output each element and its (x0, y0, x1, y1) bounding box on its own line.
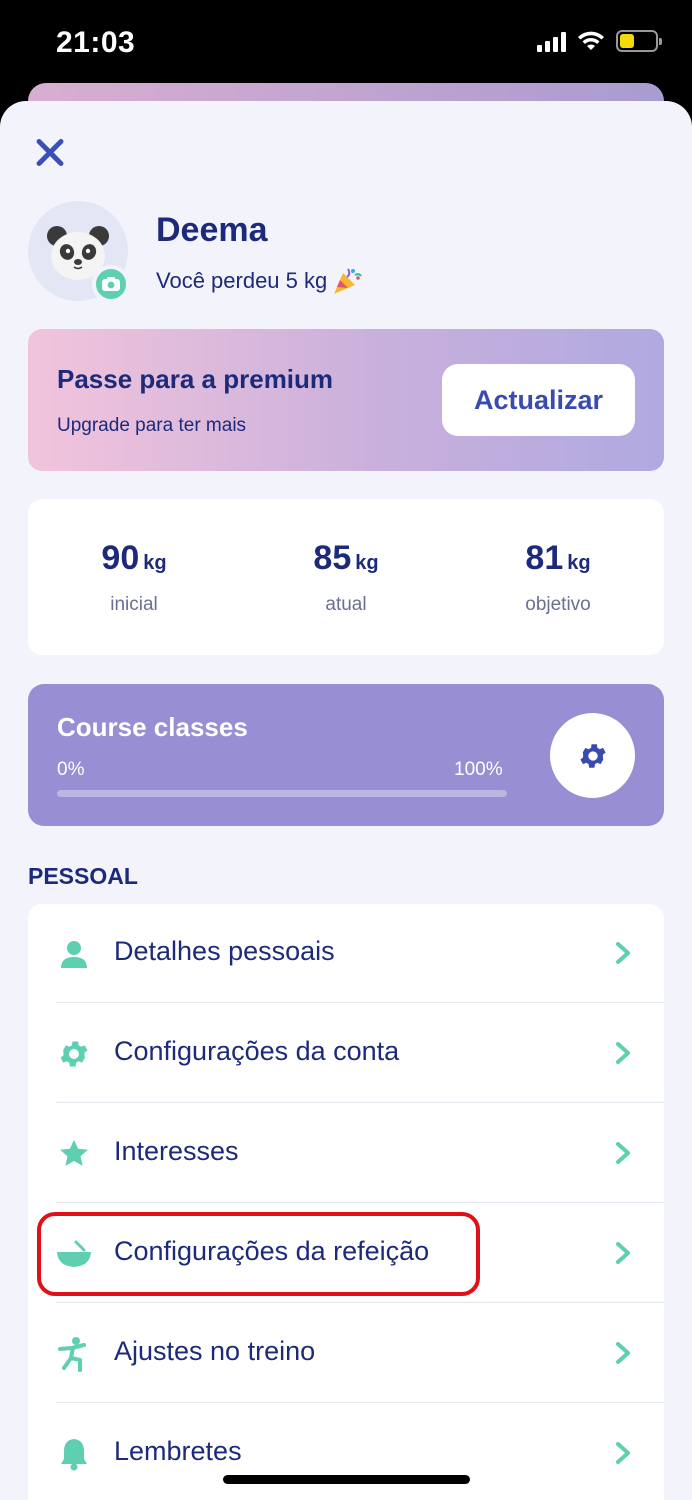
menu-item-workout-settings[interactable]: Ajustes no treino (28, 1304, 664, 1403)
profile-name: Deema (156, 211, 268, 249)
premium-banner: Passe para a premium Upgrade para ter ma… (28, 329, 664, 471)
premium-title: Passe para a premium (57, 364, 334, 394)
menu-item-interests[interactable]: Interesses (28, 1104, 664, 1203)
weight-current: 85 kg atual (246, 539, 446, 616)
weight-unit: kg (355, 552, 379, 574)
course-classes-card[interactable]: Course classes 0% 100% (28, 684, 664, 826)
upgrade-button[interactable]: Actualizar (442, 364, 635, 436)
weight-label: objetivo (525, 594, 591, 615)
weight-goal: 81 kg objetivo (458, 539, 658, 616)
menu-item-meal-settings[interactable]: Configurações da refeição (28, 1204, 664, 1303)
chevron-right-icon (616, 1242, 630, 1264)
course-title: Course classes (57, 712, 248, 742)
status-time: 21:03 (56, 26, 136, 59)
close-button[interactable] (30, 133, 70, 173)
weight-initial: 90 kg inicial (34, 539, 234, 616)
personal-settings-list: Detalhes pessoais Configurações da conta… (28, 904, 664, 1500)
menu-item-label: Lembretes (114, 1436, 242, 1466)
menu-item-reminders[interactable]: Lembretes (28, 1404, 664, 1500)
weight-label: atual (325, 594, 367, 615)
battery-icon (616, 30, 662, 52)
profile-subtitle: Você perdeu 5 kg (156, 265, 363, 297)
cellular-signal-icon (537, 30, 566, 52)
section-label-personal: PESSOAL (28, 863, 138, 889)
weight-value: 85 (313, 539, 352, 577)
home-indicator (223, 1475, 470, 1484)
menu-item-label: Configurações da conta (114, 1036, 400, 1066)
weight-lost-text: Você perdeu 5 kg (156, 268, 328, 293)
gear-icon (56, 1036, 92, 1072)
progress-max-label: 100% (454, 759, 503, 780)
weight-summary-card: 90 kg inicial 85 kg atual 81 kg objetivo (28, 499, 664, 655)
wifi-icon (578, 31, 604, 50)
gear-icon (579, 743, 606, 768)
star-icon (56, 1136, 92, 1172)
menu-item-label: Configurações da refeição (114, 1236, 430, 1266)
menu-item-account-settings[interactable]: Configurações da conta (28, 1004, 664, 1103)
party-popper-icon (334, 268, 363, 294)
chevron-right-icon (616, 942, 630, 964)
chevron-right-icon (616, 1042, 630, 1064)
menu-item-label: Interesses (114, 1136, 239, 1166)
bell-icon (56, 1436, 92, 1472)
weight-label: inicial (110, 594, 158, 615)
menu-item-personal-details[interactable]: Detalhes pessoais (28, 904, 664, 1003)
person-icon (56, 936, 92, 972)
weight-value: 81 (525, 539, 564, 577)
menu-item-label: Detalhes pessoais (114, 936, 335, 966)
weight-unit: kg (143, 552, 167, 574)
weight-unit: kg (567, 552, 591, 574)
camera-icon (102, 277, 120, 291)
chevron-right-icon (616, 1342, 630, 1364)
menu-item-label: Ajustes no treino (114, 1336, 316, 1366)
chevron-right-icon (616, 1442, 630, 1464)
change-photo-button[interactable] (92, 265, 130, 303)
profile-sheet: Deema Você perdeu 5 kg Passe para a prem… (0, 101, 692, 1500)
weight-value: 90 (101, 539, 140, 577)
exercise-icon (56, 1336, 92, 1372)
bowl-icon (56, 1236, 92, 1272)
status-icons (537, 30, 662, 52)
course-settings-button[interactable] (550, 713, 635, 798)
chevron-right-icon (616, 1142, 630, 1164)
premium-subtitle: Upgrade para ter mais (57, 415, 247, 436)
status-bar: 21:03 (0, 0, 692, 90)
course-progress-bar (57, 790, 507, 797)
progress-min-label: 0% (57, 759, 85, 780)
